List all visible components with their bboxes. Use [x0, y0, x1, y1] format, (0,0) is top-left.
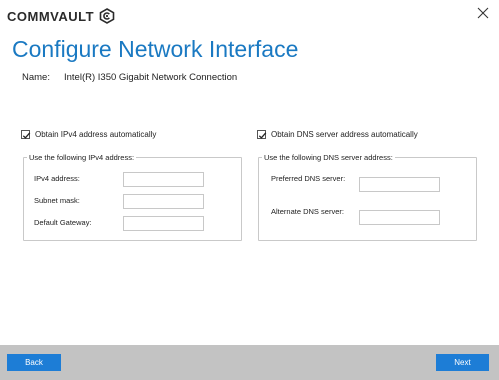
preferred-dns-input[interactable]	[359, 177, 440, 192]
checkmark-icon	[258, 132, 267, 139]
alternate-dns-input[interactable]	[359, 210, 440, 225]
interface-name-value: Intel(R) I350 Gigabit Network Connection	[63, 72, 238, 83]
alternate-dns-label: Alternate DNS server:	[271, 207, 344, 216]
dns-auto-checkbox-label: Obtain DNS server address automatically	[271, 130, 418, 139]
ipv4-auto-checkbox[interactable]	[21, 130, 31, 139]
brand-logo: COMMVAULT	[7, 6, 115, 26]
next-button[interactable]: Next	[436, 354, 489, 371]
dns-auto-checkbox-row[interactable]: Obtain DNS server address automatically	[257, 130, 418, 139]
ipv4-address-label: IPv4 address:	[34, 174, 80, 183]
ipv4-address-input[interactable]	[123, 172, 204, 187]
wizard-footer: Back Next	[0, 345, 499, 380]
dns-static-group: Use the following DNS server address:	[258, 153, 477, 241]
interface-name-row: Name: Intel(R) I350 Gigabit Network Conn…	[22, 72, 237, 83]
dns-auto-checkbox[interactable]	[257, 130, 267, 139]
configure-network-dialog: COMMVAULT Configure Network Interface Na…	[0, 0, 499, 380]
preferred-dns-label: Preferred DNS server:	[271, 174, 346, 183]
name-label: Name:	[22, 72, 50, 83]
ipv4-auto-checkbox-label: Obtain IPv4 address automatically	[35, 130, 157, 139]
back-button[interactable]: Back	[7, 354, 61, 371]
brand-logo-text: COMMVAULT	[7, 8, 95, 24]
page-title: Configure Network Interface	[12, 36, 299, 62]
ipv4-group-legend: Use the following IPv4 address:	[29, 153, 135, 162]
close-icon[interactable]	[475, 5, 491, 21]
subnet-mask-input[interactable]	[123, 194, 204, 209]
checkmark-icon	[22, 132, 31, 139]
commvault-hex-logo-icon	[99, 8, 115, 24]
default-gateway-input[interactable]	[123, 216, 204, 231]
ipv4-auto-checkbox-row[interactable]: Obtain IPv4 address automatically	[21, 130, 156, 139]
default-gateway-label: Default Gateway:	[34, 218, 92, 227]
subnet-mask-label: Subnet mask:	[34, 196, 80, 205]
dns-group-legend: Use the following DNS server address:	[264, 153, 393, 162]
